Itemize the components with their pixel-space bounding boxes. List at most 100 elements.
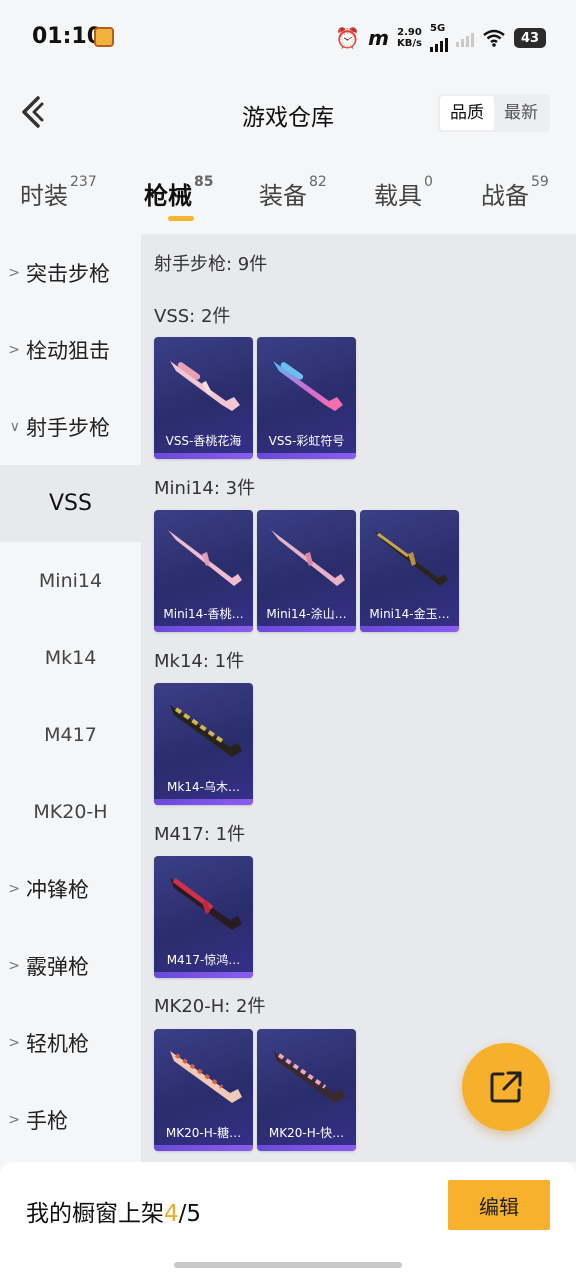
tab-count: 0 [424,174,433,190]
weapon-card[interactable]: VSS-香桃花海 [154,337,253,459]
sidebar-item-mini14[interactable]: Mini14 [0,542,141,619]
group-title: M417: 1件 [154,824,246,845]
weapon-card[interactable]: MK20-H-糖… [154,1029,253,1151]
category-title: 射手步枪: 9件 [154,254,268,275]
sidebar-item-lmg[interactable]: > 轻机枪 [0,1004,141,1081]
sidebar-item-label: 手枪 [26,1108,68,1133]
rarity-bar [154,626,253,632]
sidebar-item-label: MK20-H [33,800,108,823]
app-notification-icon [94,27,114,47]
network-type: 5G [430,23,446,34]
weapon-name: M417-惊鸿… [166,953,241,967]
home-indicator[interactable] [174,1262,402,1268]
tab-count: 82 [309,174,327,190]
group-title: VSS: 2件 [154,306,231,327]
sort-quality-option[interactable]: 品质 [440,96,494,130]
item-list: 射手步枪: 9件 VSS: 2件 VSS-香桃花海 VSS-彩虹符号 Mini1… [141,234,576,1162]
sidebar-item-m417[interactable]: M417 [0,696,141,773]
status-icons: ⏰ m 2.90 KB/s 5G 43 [335,24,546,52]
group-title: MK20-H: 2件 [154,996,266,1017]
weapon-card[interactable]: VSS-彩虹符号 [257,337,356,459]
tab-count: 85 [194,174,214,190]
chevron-right-icon: > [8,1034,20,1051]
chevron-right-icon: > [8,341,20,358]
status-time: 01:10 [32,24,103,49]
sidebar-item-smg[interactable]: > 冲锋枪 [0,850,141,927]
speed-value: 2.90 [397,27,422,38]
weapon-card[interactable]: M417-惊鸿… [154,856,253,978]
wifi-icon [483,29,505,47]
sidebar-item-label: 栓动狙击 [26,338,110,363]
weapon-card[interactable]: MK20-H-快… [257,1029,356,1151]
tab-label: 战备 [481,182,529,210]
tab-equipment[interactable]: 装备 82 [259,174,327,211]
rarity-bar [154,453,253,459]
sidebar-item-assault-rifle[interactable]: > 突击步枪 [0,234,141,311]
rifle-image [271,530,345,586]
sidebar-item-label: 轻机枪 [26,1031,89,1056]
sidebar-item-marksman-rifle[interactable]: ∨ 射手步枪 [0,388,141,465]
weapon-card[interactable]: Mini14-涂山… [257,510,356,632]
sidebar-item-bolt-sniper[interactable]: > 栓动狙击 [0,311,141,388]
tab-label: 枪械 [144,182,192,210]
rarity-bar [257,1145,356,1151]
rifle-image [170,705,242,757]
alarm-icon: ⏰ [335,26,361,50]
sidebar-item-vss[interactable]: VSS [0,465,141,542]
weapon-name: MK20-H-糖… [165,1126,242,1140]
rarity-bar [360,626,459,632]
header: 游戏仓库 品质 最新 [0,70,576,158]
network-speed: 2.90 KB/s [397,27,422,49]
tab-costume[interactable]: 时装 237 [20,174,97,211]
rarity-bar [154,799,253,805]
rarity-bar [257,453,356,459]
sidebar-item-shotgun[interactable]: > 霰弹枪 [0,927,141,1004]
rifle-image [273,361,343,411]
tab-supplies[interactable]: 战备 59 [481,174,549,211]
sidebar-item-label: M417 [44,723,97,746]
battery-icon: 43 [514,28,546,48]
sidebar-item-mk14[interactable]: Mk14 [0,619,141,696]
showcase-total: /5 [178,1201,202,1227]
rifle-image [168,530,242,586]
share-button[interactable] [462,1043,550,1131]
signal-secondary-icon [456,29,474,47]
signal-icon [430,34,448,52]
sidebar-item-label: 射手步枪 [26,415,110,440]
chevron-right-icon: > [8,1111,20,1128]
external-link-icon [490,1071,522,1103]
tab-label: 载具 [374,182,422,210]
sidebar-item-label: 冲锋枪 [26,877,89,902]
sidebar-item-mk20h[interactable]: MK20-H [0,773,141,850]
chevron-right-icon: > [8,957,20,974]
group-title: Mini14: 3件 [154,478,256,499]
group-title: Mk14: 1件 [154,651,245,672]
tab-label: 时装 [20,182,68,210]
rarity-bar [154,1145,253,1151]
sidebar-item-label: 霰弹枪 [26,954,89,979]
sort-newest-option[interactable]: 最新 [494,96,548,130]
sidebar-item-label: Mk14 [44,646,97,669]
sidebar-item-pistol[interactable]: > 手枪 [0,1081,141,1158]
weapon-name: MK20-H-快… [268,1126,345,1140]
status-bar: 01:10 ⏰ m 2.90 KB/s 5G 43 [0,0,576,70]
rifle-image [170,877,242,930]
weapon-name: Mini14-涂山… [266,607,347,621]
weapon-card[interactable]: Mini14-金玉… [360,510,459,632]
tab-firearms[interactable]: 枪械 85 [144,174,214,211]
rifle-image [170,1051,242,1103]
weapon-name: Mk14-乌木… [167,780,240,794]
sort-toggle: 品质 最新 [438,94,550,132]
weapon-card[interactable]: Mini14-香桃… [154,510,253,632]
showcase-label: 我的橱窗上架 [26,1201,164,1227]
chevron-down-icon: ∨ [9,418,20,435]
weapon-name: VSS-彩虹符号 [268,434,345,448]
tab-label: 装备 [259,182,307,210]
weapon-name: Mini14-金玉… [369,607,450,621]
weapon-card[interactable]: Mk14-乌木… [154,683,253,805]
speed-unit: KB/s [397,38,422,49]
showcase-status: 我的橱窗上架4/5 [26,1194,201,1228]
tab-vehicles[interactable]: 载具 0 [374,174,433,211]
edit-button[interactable]: 编辑 [448,1180,550,1230]
active-tab-indicator [168,216,194,221]
